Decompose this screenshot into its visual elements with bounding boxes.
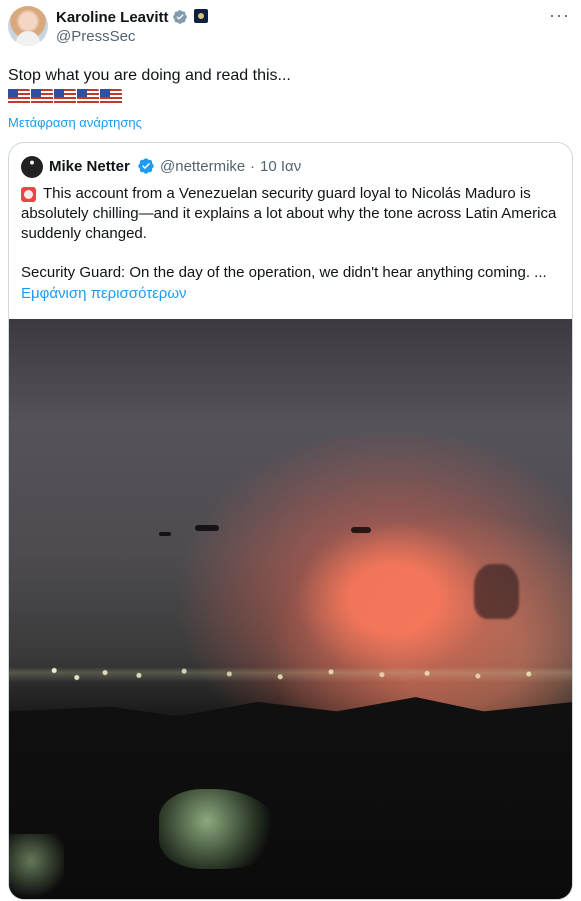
quoted-author-name[interactable]: Mike Netter	[49, 158, 130, 176]
government-icon	[194, 9, 208, 23]
helicopter-silhouette	[159, 532, 171, 536]
quoted-author-avatar[interactable]	[21, 156, 43, 178]
author-handle[interactable]: @PressSec	[56, 28, 135, 46]
quoted-tweet-card[interactable]: Mike Netter @nettermike · 10 Ιαν This ac…	[8, 142, 573, 900]
quoted-post-text: This account from a Venezuelan security …	[21, 185, 557, 242]
helicopter-silhouette	[195, 525, 219, 531]
us-flag-icon	[8, 89, 30, 105]
author-avatar[interactable]	[8, 6, 48, 46]
meta-separator: ·	[250, 158, 255, 175]
us-flag-icon	[31, 89, 53, 105]
blue-verified-icon	[138, 158, 154, 174]
smoke-plume	[474, 564, 519, 619]
gray-verified-icon	[173, 10, 187, 24]
us-flag-icon	[77, 89, 99, 105]
translate-post-link[interactable]: Μετάφραση ανάρτησης	[8, 115, 142, 131]
quoted-post-time[interactable]: 10 Ιαν	[260, 158, 301, 176]
author-name[interactable]: Karoline Leavitt	[56, 8, 169, 27]
us-flag-icon	[100, 89, 122, 105]
quoted-media[interactable]	[9, 319, 572, 899]
flag-row	[8, 89, 122, 105]
tweet: Karoline Leavitt @PressSec ··· Stop what…	[0, 0, 581, 901]
helicopter-silhouette	[351, 527, 371, 533]
city-lights	[9, 639, 572, 709]
us-flag-icon	[54, 89, 76, 105]
more-options-icon[interactable]: ···	[549, 6, 570, 24]
quoted-author-handle[interactable]: @nettermike	[160, 158, 245, 176]
foreground-foliage-left	[9, 834, 64, 899]
post-text: Stop what you are doing and read this...	[8, 67, 291, 84]
quoted-post-text-continuation: Security Guard: On the day of the operat…	[21, 264, 547, 281]
show-more-link[interactable]: Εμφάνιση περισσότερων	[21, 285, 187, 303]
